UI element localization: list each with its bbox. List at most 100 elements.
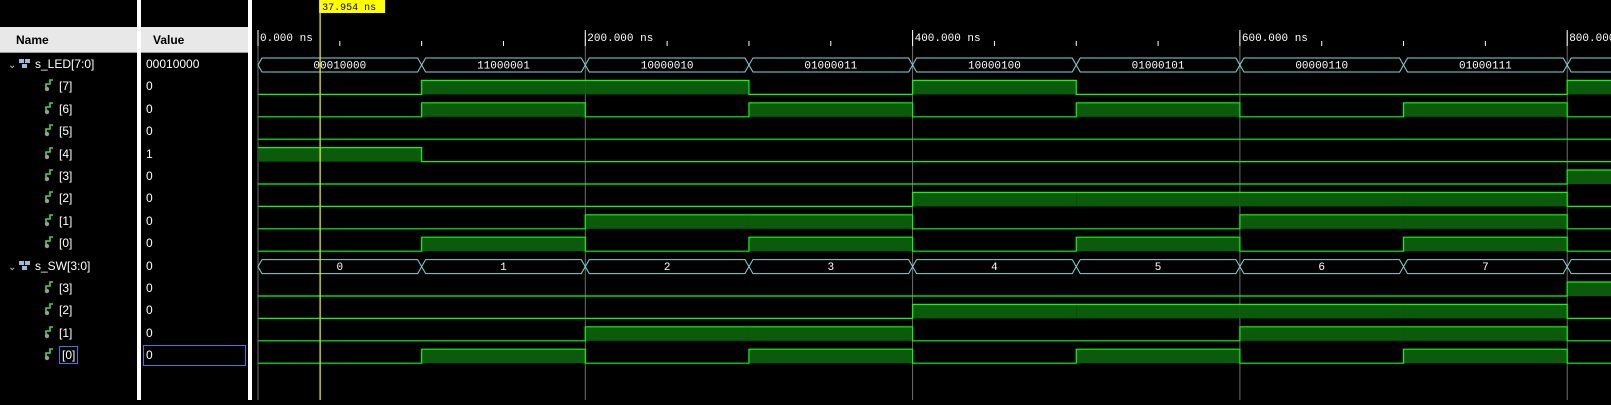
bus-value-label: 0 bbox=[337, 262, 344, 274]
wave-splitter[interactable] bbox=[248, 0, 252, 400]
signal-value: 0 bbox=[146, 169, 153, 183]
signal-value: 0 bbox=[146, 281, 153, 295]
signal-name-label: [4] bbox=[59, 146, 73, 161]
bit-icon bbox=[44, 169, 56, 183]
bit-high-fill bbox=[1567, 170, 1611, 184]
signal-row-bit[interactable]: [5] bbox=[44, 120, 72, 143]
bit-high-fill bbox=[1076, 237, 1240, 252]
name-header-label: Name bbox=[16, 33, 49, 47]
bus-value-label: 6 bbox=[1318, 262, 1325, 274]
bus-value-label: 10000100 bbox=[968, 61, 1021, 73]
signal-row-bit[interactable]: [1] bbox=[44, 322, 72, 345]
signal-value: 0 bbox=[146, 79, 153, 94]
bit-high-fill bbox=[1076, 304, 1240, 319]
signal-value: 0 bbox=[146, 124, 153, 139]
signal-row-bus[interactable]: ⌄ s_SW[3:0] bbox=[8, 255, 90, 278]
bit-high-fill bbox=[912, 192, 1077, 207]
signal-row-bit[interactable]: [0] bbox=[44, 344, 79, 367]
signal-row-bit[interactable]: [0] bbox=[44, 232, 72, 255]
signal-name-label: s_LED[7:0] bbox=[35, 57, 95, 71]
signal-name-label: s_SW[3:0] bbox=[35, 258, 91, 273]
bus-value-label: 1 bbox=[500, 262, 507, 274]
bit-high-fill bbox=[1403, 326, 1568, 341]
signal-name-label: [1] bbox=[59, 325, 73, 340]
bus-value-label: 00010000 bbox=[313, 61, 366, 73]
bit-high-fill bbox=[1076, 349, 1240, 364]
signal-row-bit[interactable]: [3] bbox=[44, 165, 72, 188]
bit-high-fill bbox=[421, 349, 586, 364]
signal-row-bit[interactable]: [7] bbox=[44, 75, 72, 98]
time-tick-label: 200.000 ns bbox=[587, 33, 653, 45]
bit-waveform bbox=[258, 138, 1611, 140]
signal-row-bit[interactable]: [2] bbox=[44, 187, 72, 210]
bit-icon bbox=[44, 101, 56, 116]
bit-icon bbox=[44, 303, 56, 317]
bus-value-label: 7 bbox=[1482, 262, 1489, 274]
bit-icon bbox=[44, 325, 56, 340]
signal-name-label: [6] bbox=[59, 101, 73, 116]
time-tick-label: 800.000 ns bbox=[1569, 33, 1611, 45]
name-column-header[interactable]: Name bbox=[0, 27, 137, 53]
bit-high-fill bbox=[1239, 192, 1404, 207]
signal-row-bus[interactable]: ⌄ s_LED[7:0] bbox=[8, 53, 94, 76]
bit-high-fill bbox=[585, 80, 749, 95]
bit-high-fill bbox=[1239, 326, 1404, 341]
signal-name-label: [5] bbox=[59, 124, 73, 139]
signal-row-bit[interactable]: [1] bbox=[44, 210, 72, 233]
time-tick-label: 400.000 ns bbox=[915, 33, 981, 45]
bus-value-label: 5 bbox=[1155, 262, 1162, 274]
bit-high-fill bbox=[421, 80, 586, 95]
bit-high-fill bbox=[1403, 304, 1568, 319]
signal-value: 00010000 bbox=[146, 57, 200, 71]
chevron-down-icon[interactable]: ⌄ bbox=[8, 54, 18, 77]
signal-value: 0 bbox=[146, 101, 153, 116]
chevron-down-icon[interactable]: ⌄ bbox=[8, 256, 18, 279]
signal-row-bit[interactable]: [4] bbox=[44, 143, 72, 166]
bus-value-label: 2 bbox=[664, 262, 671, 274]
bit-high-fill bbox=[1076, 192, 1240, 207]
signal-name-label: [0] bbox=[59, 236, 73, 251]
bit-icon bbox=[44, 213, 56, 228]
signal-name-label: [2] bbox=[59, 191, 73, 206]
signal-names-panel: Name ⌄ s_LED[7:0] [7] [6] [5] [4] [3] [2] [1] [0]… bbox=[0, 0, 137, 400]
bit-high-fill bbox=[1403, 349, 1568, 364]
time-tick-label: 600.000 ns bbox=[1242, 33, 1308, 45]
bit-icon bbox=[44, 124, 56, 138]
signal-value: 0 bbox=[146, 191, 153, 206]
signal-row-bit[interactable]: [2] bbox=[44, 299, 72, 322]
bit-high-fill bbox=[1239, 214, 1404, 229]
bit-high-fill bbox=[1403, 237, 1568, 252]
bit-high-fill bbox=[585, 326, 749, 341]
bit-high-fill bbox=[1239, 304, 1404, 319]
bit-high-fill bbox=[748, 102, 913, 117]
signal-name-label: [7] bbox=[59, 79, 73, 94]
bit-high-fill bbox=[1076, 102, 1240, 117]
bit-high-fill bbox=[585, 214, 749, 229]
bit-high-fill bbox=[748, 326, 913, 341]
signal-value: 0 bbox=[146, 236, 153, 251]
value-column-header[interactable]: Value bbox=[141, 27, 252, 53]
value-selection-box[interactable] bbox=[143, 345, 246, 367]
signal-value: 0 bbox=[146, 258, 153, 273]
bit-high-fill bbox=[1567, 80, 1611, 95]
bit-high-fill bbox=[748, 214, 913, 229]
bit-high-fill bbox=[1403, 214, 1568, 229]
signal-row-bit[interactable]: [6] bbox=[44, 98, 72, 121]
signal-value: 0 bbox=[146, 325, 153, 340]
signal-name-label: [3] bbox=[59, 169, 73, 183]
bus-icon bbox=[18, 259, 32, 273]
signal-name-label: [1] bbox=[59, 213, 73, 228]
bit-icon bbox=[44, 146, 56, 161]
signal-name-label: [2] bbox=[59, 303, 73, 318]
signal-row-bit[interactable]: [3] bbox=[44, 277, 72, 300]
waveform-canvas[interactable]: 0.000 ns 200.000 ns 400.000 ns 600.000 ns 80… bbox=[255, 0, 1611, 400]
waveform-area[interactable]: 0.000 ns 200.000 ns 400.000 ns 600.000 ns 80… bbox=[255, 0, 1611, 400]
bit-high-fill bbox=[912, 80, 1077, 95]
bit-icon bbox=[44, 191, 56, 205]
bit-high-fill bbox=[421, 237, 586, 252]
bus-value-label: 4 bbox=[991, 262, 998, 274]
bit-high-fill bbox=[748, 349, 913, 364]
signal-name-label: [0] bbox=[59, 346, 79, 365]
bit-waveform bbox=[258, 147, 1611, 163]
bit-high-fill bbox=[1567, 282, 1611, 296]
